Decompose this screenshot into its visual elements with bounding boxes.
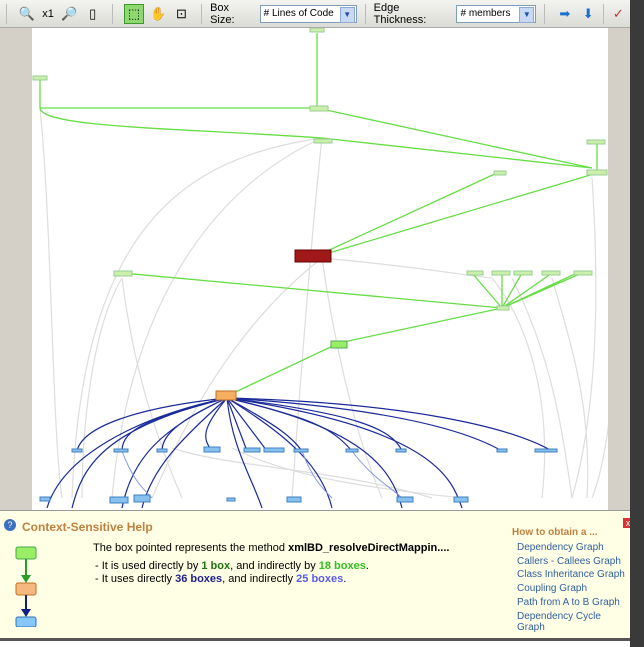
help-cursor-icon: ? <box>4 519 16 531</box>
box-size-label: Box Size: <box>210 1 235 26</box>
zoom-in-icon[interactable]: 🔍 <box>18 5 35 23</box>
edge-thickness-value: # members <box>460 8 511 19</box>
caller-legend-box <box>15 546 37 560</box>
direct-callees-count: 36 boxes <box>175 573 223 585</box>
zoom-out-icon[interactable]: 🔎 <box>61 5 78 23</box>
link-class-inheritance-graph[interactable]: Class Inheritance Graph <box>517 569 625 580</box>
indirect-callee-edges <box>121 450 403 499</box>
text: - It uses directly <box>95 573 176 585</box>
select-tool-icon[interactable]: ⬚ <box>124 3 144 24</box>
export-icon[interactable]: ✓ <box>610 5 627 23</box>
window-frame <box>630 0 644 647</box>
text: - It is used directly by <box>95 560 202 572</box>
indirect-callees-count: 25 boxes <box>296 573 344 585</box>
method-name: xmlBD_resolveDirectMappin.... <box>288 542 450 554</box>
callee-legend-box <box>15 616 37 627</box>
indirect-callers-count: 18 boxes <box>318 560 366 572</box>
zoom-select-icon[interactable]: ⊡ <box>173 5 190 23</box>
link-dependency-cycle-graph[interactable]: Dependency Cycle Graph <box>517 611 630 633</box>
toolbar: 🔍 x1 🔎 ▯ ⬚ ✋ ⊡ Box Size: # Lines of Code… <box>0 0 630 28</box>
context-help-panel: ? Context-Sensitive Help x The box point… <box>0 510 633 641</box>
help-title: Context-Sensitive Help <box>22 520 153 534</box>
text: , and indirectly <box>222 573 297 585</box>
box-size-select[interactable]: # Lines of Code ▼ <box>259 4 357 23</box>
fit-page-icon[interactable]: ▯ <box>84 5 101 23</box>
selected-method-box[interactable] <box>294 249 332 263</box>
link-callers-callees-graph[interactable]: Callers - Callees Graph <box>517 556 621 567</box>
callees-summary: - It uses directly 36 boxes, and indirec… <box>95 573 347 585</box>
method-legend-box <box>15 582 37 596</box>
link-coupling-graph[interactable]: Coupling Graph <box>517 583 587 594</box>
caller-edges <box>39 33 598 397</box>
legend-diagram <box>15 546 37 627</box>
zoom-level[interactable]: x1 <box>42 8 54 20</box>
graph-area[interactable] <box>0 27 630 510</box>
link-dependency-graph[interactable]: Dependency Graph <box>517 542 604 553</box>
graph-canvas[interactable] <box>32 27 617 510</box>
chevron-down-icon[interactable]: ▼ <box>519 6 535 23</box>
arrow-right-icon[interactable]: ➡ <box>556 5 573 23</box>
pointed-method-box[interactable] <box>215 390 237 401</box>
help-description: The box pointed represents the method xm… <box>93 542 449 554</box>
direct-callers-count: 1 box <box>201 560 231 572</box>
callers-summary: - It is used directly by 1 box, and indi… <box>95 560 369 572</box>
text: , and indirectly by <box>230 560 319 572</box>
edge-thickness-select[interactable]: # members ▼ <box>456 4 537 23</box>
dependency-graph[interactable] <box>32 27 617 510</box>
box-size-value: # Lines of Code <box>263 8 334 19</box>
arrow-down-icon[interactable]: ⬇ <box>580 5 597 23</box>
pan-hand-icon[interactable]: ✋ <box>150 5 167 23</box>
edge-thickness-label: Edge Thickness: <box>373 1 427 26</box>
text: . <box>365 560 369 572</box>
desc-prefix: The box pointed represents the method <box>93 542 289 554</box>
how-to-title: How to obtain a ... <box>512 527 598 538</box>
chevron-down-icon[interactable]: ▼ <box>339 6 355 23</box>
link-path-a-to-b-graph[interactable]: Path from A to B Graph <box>517 597 620 608</box>
